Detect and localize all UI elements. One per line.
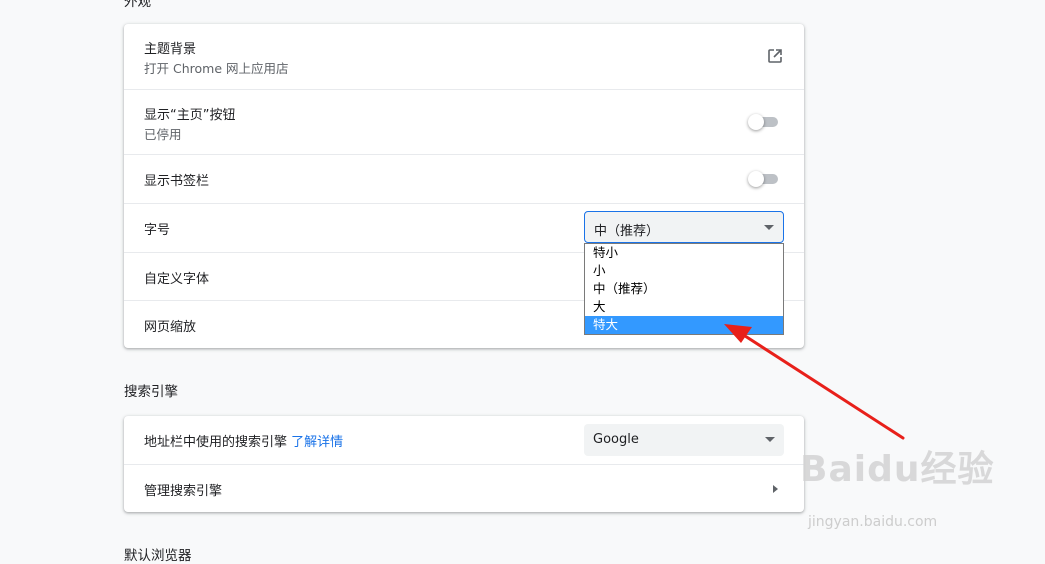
annotation-arrow: [724, 324, 905, 440]
